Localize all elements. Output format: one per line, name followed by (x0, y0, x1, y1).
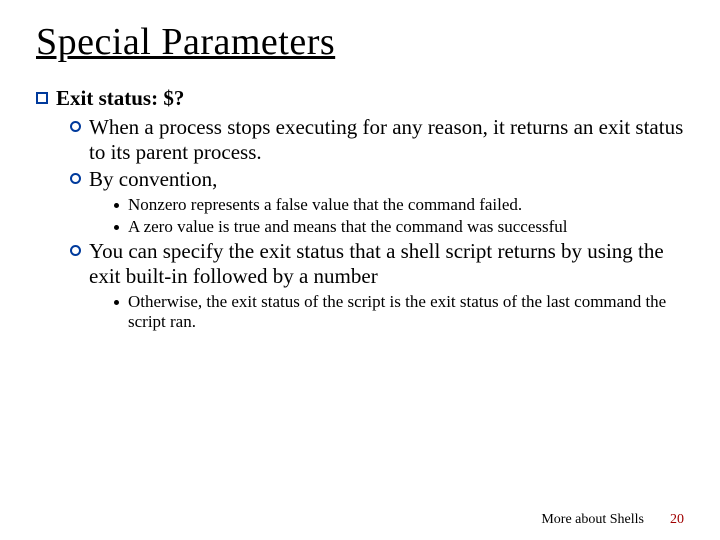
circle-bullet-icon (70, 245, 81, 256)
slide-content: Exit status: $? When a process stops exe… (36, 86, 684, 332)
subbullet-text: A zero value is true and means that the … (128, 217, 684, 237)
dot-bullet-icon (114, 300, 119, 305)
section-heading: Exit status: $? (56, 86, 684, 111)
subbullet-text: Nonzero represents a false value that th… (128, 195, 684, 215)
bullet-text: By convention, (89, 167, 684, 192)
level2-item: When a process stops executing for any r… (36, 115, 684, 165)
dot-bullet-icon (114, 203, 119, 208)
bullet-text: You can specify the exit status that a s… (89, 239, 684, 289)
level3-item: Nonzero represents a false value that th… (36, 195, 684, 215)
slide-footer: More about Shells 20 (0, 512, 720, 528)
subbullet-text: Otherwise, the exit status of the script… (128, 292, 684, 332)
level3-item: A zero value is true and means that the … (36, 217, 684, 237)
footer-text: More about Shells (541, 512, 644, 528)
circle-bullet-icon (70, 173, 81, 184)
level2-item: You can specify the exit status that a s… (36, 239, 684, 289)
level1-item: Exit status: $? (36, 86, 684, 111)
level3-item: Otherwise, the exit status of the script… (36, 292, 684, 332)
bullet-text: When a process stops executing for any r… (89, 115, 684, 165)
level2-item: By convention, (36, 167, 684, 192)
page-number: 20 (670, 512, 684, 528)
circle-bullet-icon (70, 121, 81, 132)
dot-bullet-icon (114, 225, 119, 230)
square-bullet-icon (36, 92, 48, 104)
slide-title: Special Parameters (36, 20, 684, 64)
